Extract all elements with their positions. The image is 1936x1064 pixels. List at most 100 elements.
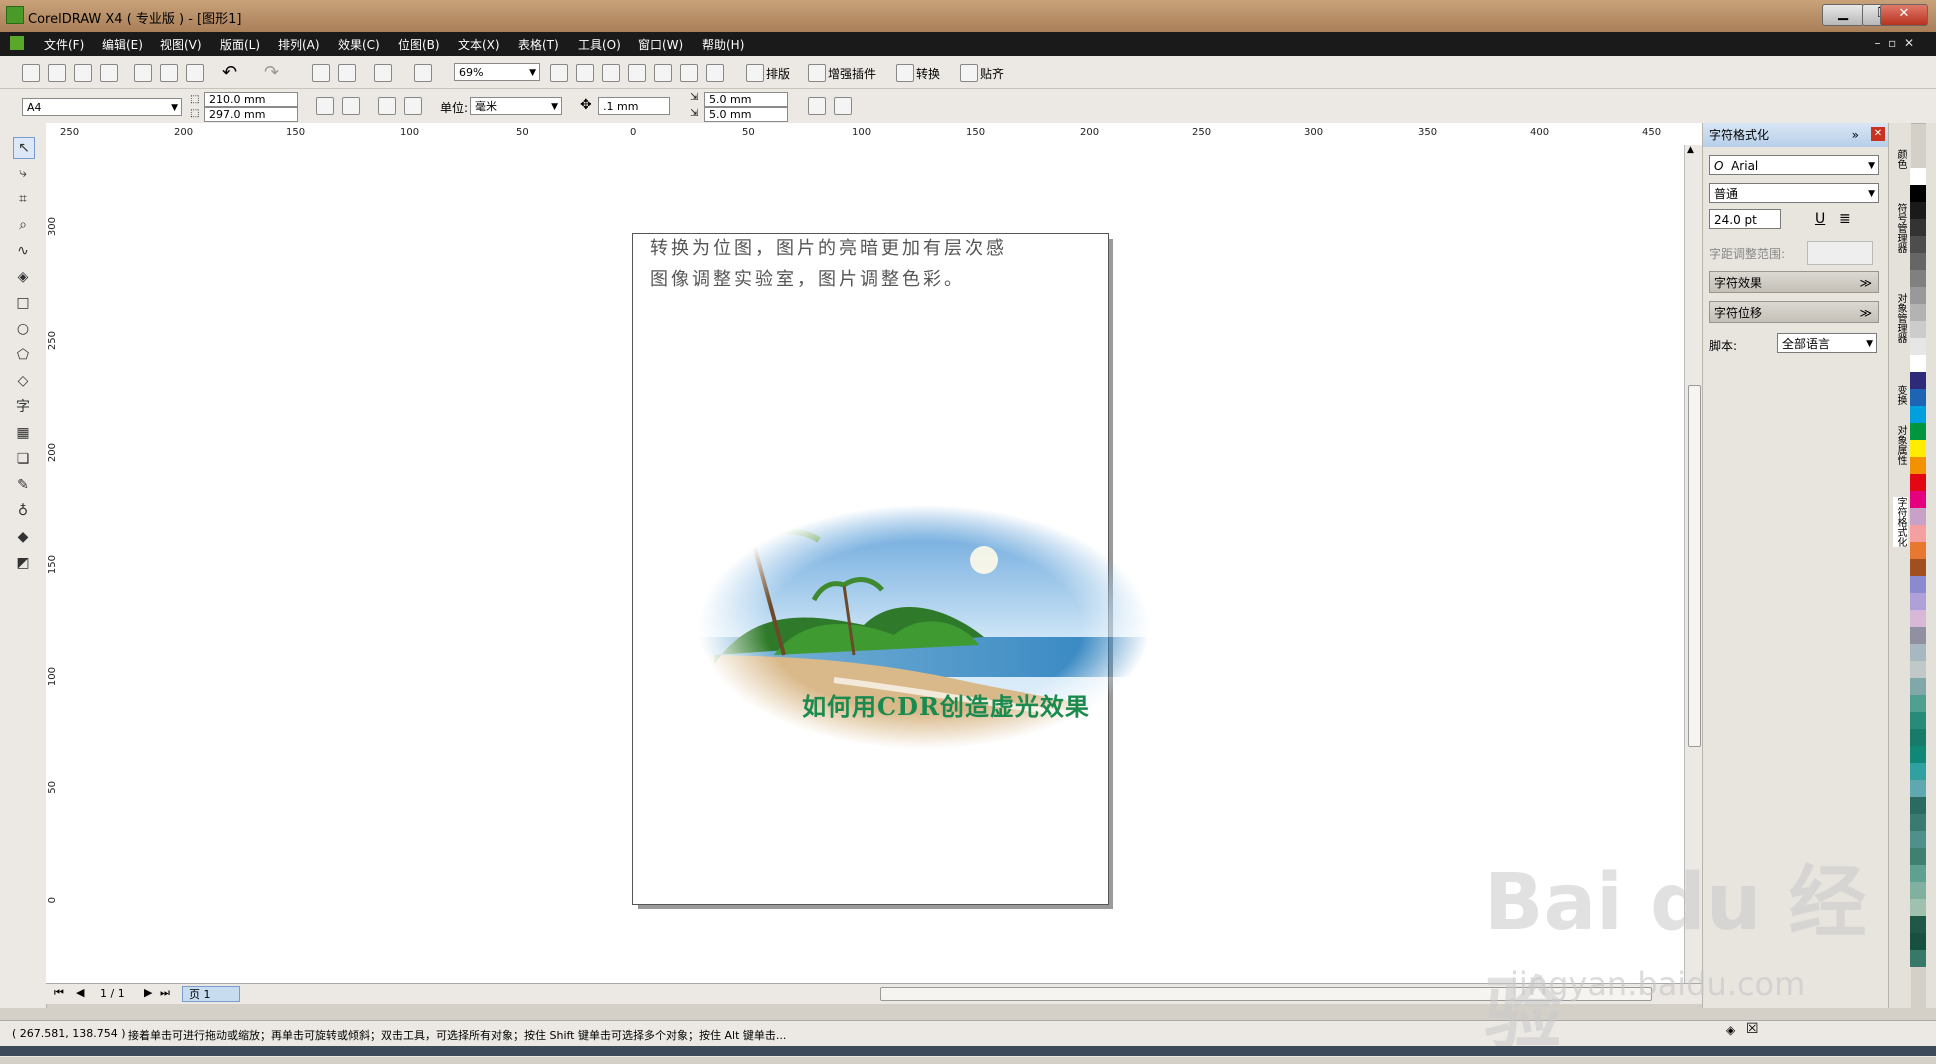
color-swatch[interactable] bbox=[1910, 508, 1926, 525]
menu-file[interactable]: 文件(F) bbox=[44, 36, 84, 53]
color-swatch[interactable] bbox=[1910, 253, 1926, 270]
color-swatch[interactable] bbox=[1910, 304, 1926, 321]
close-button[interactable]: ✕ bbox=[1880, 4, 1928, 26]
vertical-scroll-thumb[interactable] bbox=[1688, 385, 1701, 747]
color-swatch[interactable] bbox=[1910, 185, 1926, 202]
menu-table[interactable]: 表格(T) bbox=[518, 36, 559, 53]
color-swatch[interactable] bbox=[1910, 542, 1926, 559]
tab-color[interactable]: 颜色 bbox=[1893, 149, 1908, 169]
redo-icon[interactable]: ↷ bbox=[264, 62, 279, 83]
scroll-up-arrow[interactable]: ▲ bbox=[1687, 145, 1694, 155]
color-swatch[interactable] bbox=[1910, 797, 1926, 814]
color-swatch[interactable] bbox=[1910, 389, 1926, 406]
mdi-window-controls[interactable]: – ▫ ✕ bbox=[1875, 36, 1914, 50]
freehand-tool-icon[interactable]: ∿ bbox=[13, 241, 33, 261]
smart-fill-tool-icon[interactable]: ◈ bbox=[13, 267, 33, 287]
zoom-in-icon[interactable] bbox=[550, 64, 568, 82]
color-swatch[interactable] bbox=[1910, 372, 1926, 389]
all-pages-icon[interactable] bbox=[378, 97, 396, 115]
ellipse-tool-icon[interactable]: ○ bbox=[13, 319, 33, 339]
align-icon[interactable]: ≣ bbox=[1839, 211, 1851, 227]
color-swatch[interactable] bbox=[1910, 576, 1926, 593]
paste-icon[interactable] bbox=[186, 64, 204, 82]
page-text-line-2[interactable]: 图像调整实验室，图片调整色彩。 bbox=[650, 265, 965, 291]
enhance-plugin-button[interactable]: 增强插件 bbox=[828, 65, 876, 82]
zoom-tool-icon[interactable]: ⌕ bbox=[13, 215, 33, 235]
import-icon[interactable] bbox=[312, 64, 330, 82]
tab-object-properties[interactable]: 对象属性 bbox=[1893, 425, 1908, 465]
tab-object-manager[interactable]: 对象管理器 bbox=[1893, 293, 1908, 343]
next-page-button[interactable]: ▶ bbox=[144, 986, 152, 999]
page-tab[interactable]: 页 1 bbox=[182, 986, 240, 1002]
typeset-button[interactable]: 排版 bbox=[766, 65, 790, 82]
color-swatch[interactable] bbox=[1910, 610, 1926, 627]
zoom-level-combo[interactable]: 69% ▼ bbox=[454, 63, 540, 81]
color-swatch[interactable] bbox=[1910, 474, 1926, 491]
color-swatch[interactable] bbox=[1910, 644, 1926, 661]
menu-effects[interactable]: 效果(C) bbox=[338, 36, 380, 53]
first-page-button[interactable]: ⏮ bbox=[54, 986, 64, 1000]
zoom-out-icon[interactable] bbox=[576, 64, 594, 82]
color-swatch[interactable] bbox=[1910, 219, 1926, 236]
color-swatch[interactable] bbox=[1910, 457, 1926, 474]
font-size-field[interactable]: 24.0 pt bbox=[1709, 209, 1781, 229]
pick-tool-icon[interactable]: ↖ bbox=[13, 137, 35, 159]
application-launcher-icon[interactable] bbox=[374, 64, 392, 82]
color-swatch[interactable] bbox=[1910, 440, 1926, 457]
menu-help[interactable]: 帮助(H) bbox=[702, 36, 744, 53]
color-swatch[interactable] bbox=[1910, 270, 1926, 287]
drawing-canvas[interactable]: 转换为位图，图片的亮暗更加有层次感 图像调整实验室，图片调整色彩。 如何用CDR… bbox=[64, 145, 1684, 983]
landscape-icon[interactable] bbox=[342, 97, 360, 115]
outline-tool-icon[interactable]: ♁ bbox=[13, 501, 33, 521]
minimize-button[interactable]: ▁ bbox=[1822, 4, 1864, 26]
save-icon[interactable] bbox=[74, 64, 92, 82]
color-swatch[interactable] bbox=[1910, 321, 1926, 338]
zoom-page-icon[interactable] bbox=[654, 64, 672, 82]
shape-tool-icon[interactable]: ⤷ bbox=[13, 163, 33, 183]
snap-button[interactable]: 贴齐 bbox=[980, 65, 1004, 82]
script-combo[interactable]: 全部语言 ▼ bbox=[1777, 333, 1877, 353]
menu-view[interactable]: 视图(V) bbox=[160, 36, 202, 53]
color-swatch[interactable] bbox=[1910, 168, 1926, 185]
color-swatch[interactable] bbox=[1910, 729, 1926, 746]
color-swatch[interactable] bbox=[1910, 287, 1926, 304]
fill-tool-icon[interactable]: ◆ bbox=[13, 527, 33, 547]
export-icon[interactable] bbox=[338, 64, 356, 82]
color-swatch[interactable] bbox=[1910, 338, 1926, 355]
interactive-blend-tool-icon[interactable]: ❏ bbox=[13, 449, 33, 469]
zoom-width-icon[interactable] bbox=[680, 64, 698, 82]
treat-as-filled-icon[interactable] bbox=[808, 97, 826, 115]
color-swatch[interactable] bbox=[1910, 559, 1926, 576]
color-swatch[interactable] bbox=[1910, 406, 1926, 423]
page-height-field[interactable]: 297.0 mm bbox=[204, 107, 298, 122]
color-swatch[interactable] bbox=[1910, 695, 1926, 712]
paper-type-combo[interactable]: A4 ▼ bbox=[22, 98, 182, 116]
menu-edit[interactable]: 编辑(E) bbox=[102, 36, 143, 53]
menu-arrange[interactable]: 排列(A) bbox=[278, 36, 320, 53]
interactive-fill-tool-icon[interactable]: ◩ bbox=[13, 553, 33, 573]
color-swatch[interactable] bbox=[1910, 712, 1926, 729]
duplicate-x-field[interactable]: 5.0 mm bbox=[704, 92, 788, 107]
convert-button[interactable]: 转换 bbox=[916, 65, 940, 82]
page-width-field[interactable]: 210.0 mm bbox=[204, 92, 298, 107]
basic-shapes-tool-icon[interactable]: ◇ bbox=[13, 371, 33, 391]
docker-close-icon[interactable]: ✕ bbox=[1871, 127, 1885, 141]
photo-caption-text[interactable]: 如何用CDR创造虚光效果 bbox=[736, 687, 1156, 722]
text-tool-icon[interactable]: 字 bbox=[13, 397, 33, 417]
eyedropper-tool-icon[interactable]: ✎ bbox=[13, 475, 33, 495]
color-swatch[interactable] bbox=[1910, 491, 1926, 508]
horizontal-ruler[interactable]: 250 200 150 100 50 0 50 100 150 200 250 … bbox=[46, 123, 1702, 146]
docker-collapse-icon[interactable]: » bbox=[1852, 123, 1859, 147]
rectangle-tool-icon[interactable]: □ bbox=[13, 293, 33, 313]
menu-text[interactable]: 文本(X) bbox=[458, 36, 500, 53]
color-swatch[interactable] bbox=[1910, 423, 1926, 440]
menu-window[interactable]: 窗口(W) bbox=[638, 36, 683, 53]
document-icon[interactable] bbox=[10, 36, 24, 50]
color-swatch[interactable] bbox=[1910, 525, 1926, 542]
menu-tools[interactable]: 工具(O) bbox=[578, 36, 621, 53]
page-text-line-1[interactable]: 转换为位图，图片的亮暗更加有层次感 bbox=[650, 234, 1007, 260]
color-swatch[interactable] bbox=[1910, 780, 1926, 797]
crop-tool-icon[interactable]: ⌗ bbox=[13, 189, 33, 209]
color-swatch[interactable] bbox=[1910, 814, 1926, 831]
character-effects-section[interactable]: 字符效果 ≫ bbox=[1709, 271, 1879, 293]
